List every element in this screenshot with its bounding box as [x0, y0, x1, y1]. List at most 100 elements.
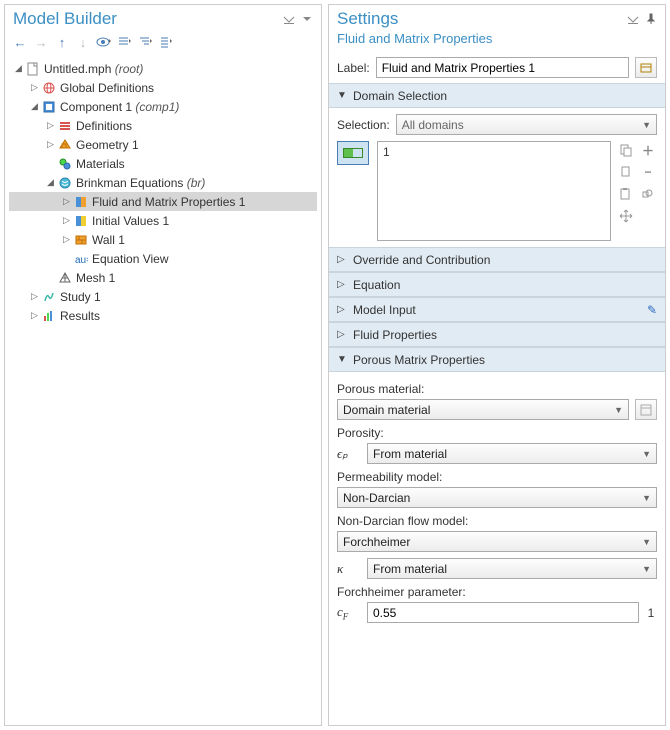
flow-model-label: Non-Darcian flow model:	[337, 514, 657, 528]
settings-header: Settings	[329, 5, 665, 31]
tree-item[interactable]: ▷ Fluid and Matrix Properties 1	[9, 192, 317, 211]
expand-all-button[interactable]	[137, 33, 155, 51]
tree-item[interactable]: ▷Geometry 1	[9, 135, 317, 154]
minimize-icon[interactable]	[627, 13, 639, 25]
nav-back-button[interactable]: ←	[11, 33, 29, 51]
section-fluid-properties[interactable]: ▷ Fluid Properties	[329, 322, 665, 347]
collapse-all-button[interactable]	[116, 33, 134, 51]
forchheimer-symbol: cF	[337, 604, 361, 622]
nav-up-button[interactable]: ↑	[53, 33, 71, 51]
expand-icon[interactable]: ▷	[61, 196, 72, 207]
panel-header-controls	[627, 13, 657, 25]
zoom-selection-icon[interactable]	[639, 185, 657, 203]
iv-icon	[73, 213, 89, 229]
porous-matrix-body: Porous material: Domain material▼ Porosi…	[329, 372, 665, 635]
minimize-icon[interactable]	[283, 13, 295, 25]
settings-title: Settings	[337, 9, 627, 29]
label-input[interactable]	[376, 57, 629, 78]
tree-item[interactable]: Mesh 1	[9, 268, 317, 287]
expand-icon[interactable]: ◢	[45, 177, 56, 188]
tree-item[interactable]: au=fEquation View	[9, 249, 317, 268]
file-icon	[25, 61, 41, 77]
expand-icon[interactable]: ▷	[61, 234, 72, 245]
porous-material-label: Porous material:	[337, 382, 657, 396]
copy-icon[interactable]	[617, 163, 635, 181]
paste-selection-icon[interactable]	[617, 185, 635, 203]
expand-icon[interactable]: ▷	[29, 310, 40, 321]
add-icon[interactable]: ＋	[639, 141, 657, 159]
pin-icon[interactable]	[645, 13, 657, 25]
expand-icon[interactable]: ▷	[45, 139, 56, 150]
expand-icon[interactable]: ◢	[29, 101, 40, 112]
tree-item-label: Global Definitions	[60, 81, 154, 95]
section-model-input[interactable]: ▷ Model Input ✎	[329, 297, 665, 322]
tree-item[interactable]: ▷ Global Definitions	[9, 78, 317, 97]
panel-header-controls	[283, 13, 313, 25]
expand-icon[interactable]	[61, 253, 72, 264]
mesh-icon	[57, 270, 73, 286]
section-equation[interactable]: ▷ Equation	[329, 272, 665, 297]
model-builder-title: Model Builder	[13, 9, 283, 29]
forchheimer-unit: 1	[645, 606, 657, 620]
tree-item[interactable]: ▷Results	[9, 306, 317, 325]
tree-item-label: Wall 1	[92, 233, 125, 247]
tree-item[interactable]: ◢ Brinkman Equations (br)	[9, 173, 317, 192]
tree-item[interactable]: ◢Component 1 (comp1)	[9, 97, 317, 116]
fmp-icon	[73, 194, 89, 210]
nav-down-button[interactable]: ↓	[74, 33, 92, 51]
model-tree[interactable]: ◢ Untitled.mph (root) ▷ Global Definitions ◢…	[5, 57, 321, 725]
kappa-symbol: κ	[337, 561, 361, 577]
remove-icon[interactable]: −	[639, 163, 657, 181]
nav-forward-button[interactable]: →	[32, 33, 50, 51]
model-builder-toolbar: ← → ↑ ↓	[5, 31, 321, 57]
svg-text:au=f: au=f	[75, 255, 88, 266]
flow-model-dropdown[interactable]: Forchheimer▼	[337, 531, 657, 552]
tree-item-label: Mesh 1	[76, 271, 115, 285]
forchheimer-label: Forchheimer parameter:	[337, 585, 657, 599]
expand-icon[interactable]: ▷	[29, 82, 40, 93]
move-icon[interactable]	[617, 207, 635, 225]
expand-icon[interactable]: ▷	[45, 120, 56, 131]
tree-item[interactable]: ▷Definitions	[9, 116, 317, 135]
label-edit-button[interactable]	[635, 57, 657, 78]
study-icon	[41, 289, 57, 305]
edit-icon[interactable]: ✎	[647, 303, 657, 317]
tree-item-label: Untitled.mph (root)	[44, 62, 143, 76]
tree-item[interactable]: ▷Initial Values 1	[9, 211, 317, 230]
tree-item[interactable]: ▷ Wall 1	[9, 230, 317, 249]
chevron-right-icon: ▷	[337, 329, 349, 340]
tree-item-label: Brinkman Equations (br)	[76, 176, 205, 190]
expand-icon[interactable]: ◢	[13, 63, 24, 74]
tree-item-label: Materials	[76, 157, 125, 171]
forchheimer-input[interactable]	[367, 602, 639, 623]
mat-icon	[57, 156, 73, 172]
porous-material-dropdown[interactable]: Domain material▼	[337, 399, 629, 420]
material-link-button[interactable]	[635, 399, 657, 420]
expand-icon[interactable]: ▷	[29, 291, 40, 302]
expand-icon[interactable]	[45, 158, 56, 169]
tree-item-label: Fluid and Matrix Properties 1	[92, 195, 245, 209]
dropdown-icon[interactable]	[301, 13, 313, 25]
porosity-symbol: ϵₚ	[337, 446, 361, 462]
tree-item[interactable]: ▷Study 1	[9, 287, 317, 306]
tree-item[interactable]: ◢ Untitled.mph (root)	[9, 59, 317, 78]
geom-icon	[57, 137, 73, 153]
section-override[interactable]: ▷ Override and Contribution	[329, 247, 665, 272]
show-button[interactable]	[95, 33, 113, 51]
domain-list[interactable]: 1	[377, 141, 611, 241]
eq-icon: au=f	[73, 251, 89, 267]
selection-dropdown[interactable]: All domains ▼	[396, 114, 657, 135]
selection-preview-button[interactable]	[337, 141, 369, 165]
section-domain-selection[interactable]: ▼ Domain Selection	[329, 83, 665, 108]
tree-options-button[interactable]	[158, 33, 176, 51]
expand-icon[interactable]: ▷	[61, 215, 72, 226]
permeability-model-dropdown[interactable]: Non-Darcian▼	[337, 487, 657, 508]
list-item[interactable]: 1	[383, 145, 605, 159]
porosity-dropdown[interactable]: From material▼	[367, 443, 657, 464]
section-porous-matrix[interactable]: ▼ Porous Matrix Properties	[329, 347, 665, 372]
tree-item[interactable]: Materials	[9, 154, 317, 173]
expand-icon[interactable]	[45, 272, 56, 283]
paste-icon[interactable]	[617, 141, 635, 159]
kappa-dropdown[interactable]: From material▼	[367, 558, 657, 579]
selection-label: Selection:	[337, 118, 390, 132]
